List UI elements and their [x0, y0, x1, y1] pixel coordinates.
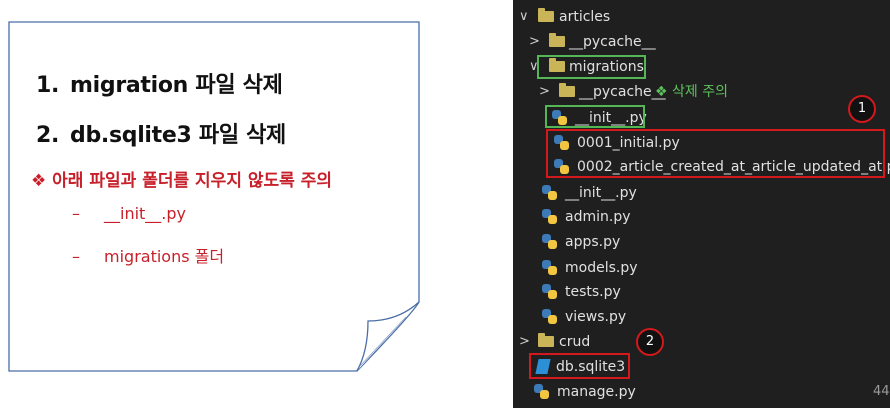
- python-file-icon: [542, 260, 557, 275]
- step-2-number: 2.: [36, 123, 60, 148]
- tree-item-apps-file[interactable]: apps.py: [513, 230, 890, 254]
- keep-item-dash: –: [72, 204, 80, 223]
- step-2-badge: 2: [636, 328, 664, 356]
- step-1-text: migration 파일 삭제: [70, 73, 283, 98]
- keep-item-dash: –: [72, 247, 80, 266]
- folder-icon: [538, 333, 554, 347]
- tree-item-label: apps.py: [565, 234, 621, 250]
- tree-item-label: tests.py: [565, 284, 621, 300]
- page-number: 44: [873, 384, 890, 399]
- tree-item-models-file[interactable]: models.py: [513, 256, 890, 280]
- python-file-icon: [542, 234, 557, 249]
- python-file-icon: [542, 209, 557, 224]
- migrations-highlight-box: [537, 55, 646, 79]
- tree-item-tests-file[interactable]: tests.py: [513, 280, 890, 304]
- keep-item-migrations: – migrations 폴더: [72, 243, 224, 267]
- tree-item-articles-folder[interactable]: ∨ articles: [513, 5, 890, 29]
- step-1-number: 1.: [36, 73, 60, 98]
- init-highlight-box: [545, 105, 645, 128]
- step-1: 1. migration 파일 삭제: [36, 67, 283, 99]
- keep-item-label: __init__.py: [104, 204, 187, 223]
- tree-item-init-file[interactable]: __init__.py: [513, 181, 890, 205]
- tree-item-crud-folder[interactable]: > crud: [513, 330, 890, 354]
- tree-item-manage-file[interactable]: manage.py: [513, 380, 890, 404]
- tree-item-label: __init__.py: [565, 185, 637, 201]
- python-file-icon: [534, 384, 549, 399]
- folder-open-icon: [538, 8, 554, 22]
- tree-item-views-file[interactable]: views.py: [513, 305, 890, 329]
- tree-item-label: __pycache__: [569, 34, 656, 50]
- tree-item-pycache-folder[interactable]: > __pycache__: [513, 30, 890, 54]
- python-file-icon: [542, 284, 557, 299]
- note-card: 1. migration 파일 삭제 2. db.sqlite3 파일 삭제 ❖ 아…: [8, 21, 420, 372]
- delete-caution-note: ❖ 삭제 주의: [655, 84, 728, 100]
- keep-item-init: – __init__.py: [72, 204, 186, 223]
- chevron-down-icon[interactable]: ∨: [519, 5, 529, 29]
- folder-icon: [549, 33, 565, 47]
- chevron-right-icon[interactable]: >: [539, 80, 550, 104]
- tree-item-label: __pycache__: [579, 84, 666, 100]
- tree-item-label: models.py: [565, 260, 638, 276]
- chevron-right-icon[interactable]: >: [519, 330, 530, 354]
- warning-text: ❖ 아래 파일과 폴더를 지우지 않도록 주의: [31, 171, 332, 191]
- step-2: 2. db.sqlite3 파일 삭제: [36, 117, 286, 149]
- delete-db-highlight-box: [529, 353, 630, 379]
- folder-icon: [559, 83, 575, 97]
- delete-migrations-highlight-box: [546, 129, 885, 178]
- python-file-icon: [542, 185, 557, 200]
- step-2-text: db.sqlite3 파일 삭제: [70, 123, 287, 148]
- step-1-badge: 1: [848, 95, 876, 123]
- tree-item-label: articles: [559, 9, 611, 25]
- tree-item-migrations-pycache-folder[interactable]: > __pycache__ ❖ 삭제 주의: [513, 80, 890, 104]
- tree-item-label: admin.py: [565, 209, 631, 225]
- tree-item-label: manage.py: [557, 384, 636, 400]
- tree-item-label: views.py: [565, 309, 627, 325]
- keep-item-label: migrations 폴더: [104, 247, 225, 266]
- tree-item-admin-file[interactable]: admin.py: [513, 205, 890, 229]
- tree-item-label: crud: [559, 334, 591, 350]
- file-explorer: ∨ articles > __pycache__ ∨ migrations > …: [513, 0, 890, 408]
- python-file-icon: [542, 309, 557, 324]
- chevron-right-icon[interactable]: >: [529, 30, 540, 54]
